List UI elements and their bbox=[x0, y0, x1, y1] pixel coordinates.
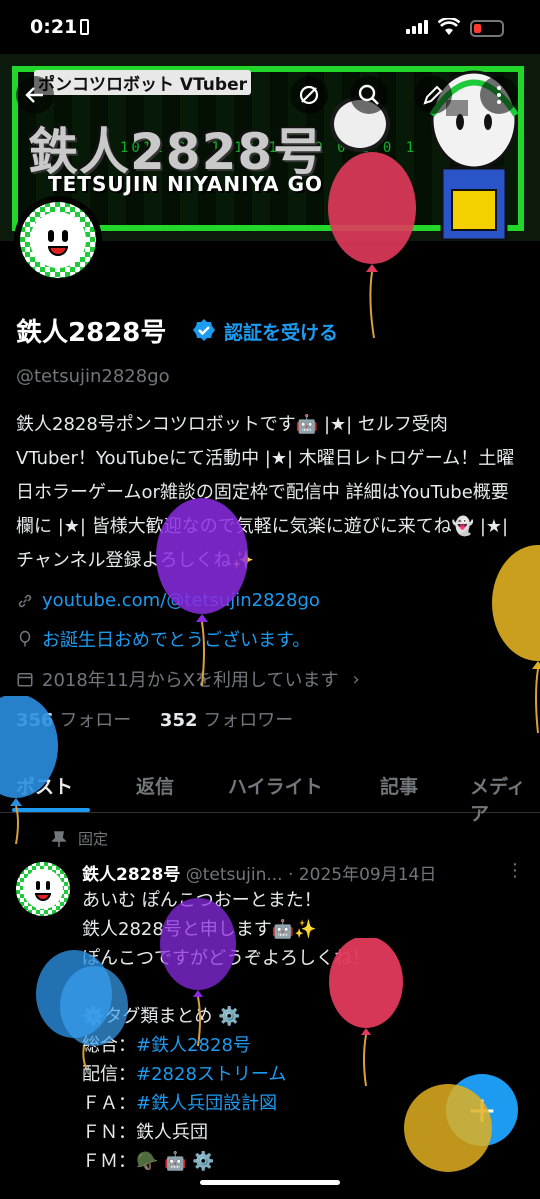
status-time: 0:21 bbox=[30, 16, 78, 38]
balloon-blue-decoration bbox=[36, 950, 128, 1069]
balloon-icon bbox=[19, 630, 31, 647]
tag-label: ＦＮ： bbox=[82, 1122, 136, 1143]
pencil-icon bbox=[423, 85, 443, 105]
cellular-signal-icon bbox=[406, 20, 428, 34]
profile-bio: 鉄人2828号ポンコツロボットです🤖 |★| セルフ受肉VTuber！YouTu… bbox=[16, 414, 515, 571]
search-button[interactable] bbox=[350, 76, 388, 114]
balloon-yellow-decoration bbox=[404, 1084, 492, 1172]
balloon-purple-decoration bbox=[160, 898, 236, 1047]
profile-tabs: ポスト 返信 ハイライト 記事 メディア bbox=[0, 760, 540, 825]
wifi-icon bbox=[438, 18, 460, 35]
get-verified-link[interactable]: 認証を受ける bbox=[224, 318, 338, 345]
banner-subtitle: ポンコツロボット VTuber bbox=[34, 70, 251, 95]
calendar-icon bbox=[17, 673, 33, 687]
followers-label: フォロワー bbox=[203, 710, 294, 731]
followers-link[interactable]: 352 フォロワー bbox=[160, 710, 293, 731]
grok-icon bbox=[299, 85, 319, 105]
arrow-left-icon bbox=[25, 87, 43, 103]
post-date[interactable]: · 2025年09月14日 bbox=[288, 865, 436, 885]
tag-label: ＦＭ： bbox=[82, 1151, 136, 1172]
balloon-blue-decoration bbox=[0, 696, 58, 845]
post-more-icon[interactable]: ⋮ bbox=[506, 860, 524, 881]
followers-count: 352 bbox=[159, 710, 198, 731]
tag-value: 🪖 🤖 ⚙️ bbox=[136, 1151, 215, 1172]
post-author-avatar[interactable] bbox=[16, 862, 70, 916]
battery-icon bbox=[470, 20, 504, 37]
pinned-indicator: 固定 bbox=[52, 828, 108, 849]
hashtag-link[interactable]: #鉄人兵団設計図 bbox=[136, 1093, 277, 1114]
tag-value: 鉄人兵団 bbox=[136, 1122, 208, 1143]
tab-media[interactable]: メディア bbox=[470, 772, 540, 826]
post-author-name[interactable]: 鉄人2828号 bbox=[82, 865, 180, 885]
more-options-button[interactable] bbox=[480, 76, 518, 114]
robot-face-icon bbox=[30, 212, 86, 268]
charging-icon bbox=[80, 19, 89, 35]
grok-button[interactable] bbox=[290, 76, 328, 114]
balloon-purple-decoration bbox=[156, 498, 248, 687]
balloon-red-decoration bbox=[329, 938, 403, 1087]
edit-button[interactable] bbox=[414, 76, 452, 114]
banner-name: TETSUJIN NIYANIYA GO bbox=[48, 172, 324, 196]
verified-badge-icon[interactable] bbox=[192, 318, 216, 342]
balloon-red-decoration bbox=[328, 152, 416, 339]
following-label: フォロー bbox=[59, 710, 132, 731]
post-author-handle[interactable]: @tetsujin... bbox=[186, 865, 283, 885]
home-indicator[interactable] bbox=[200, 1180, 340, 1185]
post-header: 鉄人2828号 @tetsujin... · 2025年09月14日 bbox=[82, 860, 436, 885]
pinned-label: 固定 bbox=[78, 830, 109, 848]
profile-avatar[interactable] bbox=[14, 196, 102, 284]
more-vertical-icon bbox=[497, 86, 501, 104]
balloon-yellow-decoration bbox=[492, 545, 540, 734]
tab-replies[interactable]: 返信 bbox=[136, 772, 174, 799]
hashtag-link[interactable]: #2828ストリーム bbox=[136, 1064, 286, 1085]
robot-face-icon bbox=[23, 869, 63, 909]
tab-highlights[interactable]: ハイライト bbox=[228, 772, 323, 799]
profile-name: 鉄人2828号 bbox=[16, 318, 167, 348]
search-icon bbox=[358, 84, 379, 105]
back-button[interactable] bbox=[16, 76, 54, 114]
link-icon bbox=[18, 594, 32, 607]
profile-handle: @tetsujin2828go bbox=[16, 366, 170, 387]
chevron-right-icon: › bbox=[352, 668, 360, 690]
tag-label: ＦＡ： bbox=[82, 1093, 136, 1114]
tab-articles[interactable]: 記事 bbox=[380, 772, 418, 799]
